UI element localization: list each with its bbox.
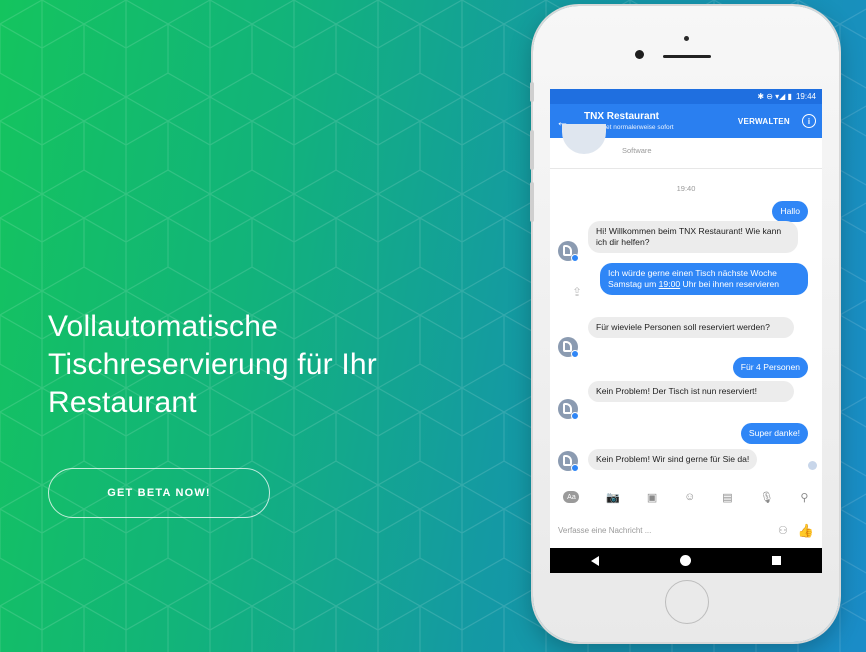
emoji-icon[interactable]: ☺ [684,491,695,503]
message-text: Uhr bei ihnen reservieren [680,279,780,289]
camera-icon[interactable]: 📷 [606,491,620,504]
phone-side-button [530,182,534,222]
message-incoming[interactable]: Für wieviele Personen soll reserviert we… [588,317,794,338]
phone-sensor [684,36,689,41]
info-icon[interactable]: i [802,114,816,128]
phone-side-button [530,82,534,102]
text-format-icon[interactable]: Aa [563,491,580,503]
chat-title: TNX Restaurant [584,110,660,122]
nav-back-icon[interactable] [590,555,599,566]
status-icons: ✱ ⊖ ▾◢ ▮ [757,92,792,101]
bot-avatar [558,399,579,420]
hero-section: Vollautomatische Tischreservierung für I… [0,0,866,652]
compose-bar: ⚇ 👍 [550,517,822,544]
hero-headline: Vollautomatische Tischreservierung für I… [48,308,488,422]
message-outgoing[interactable]: Super danke! [740,423,808,444]
manage-button[interactable]: VERWALTEN [738,117,790,126]
composer-toolbar: Aa 📷 ▣ ☺ ▤ 🎙 ⚲ [550,484,822,510]
message-outgoing[interactable]: Für 4 Personen [732,357,808,378]
phone-camera [635,50,644,59]
microphone-icon[interactable]: 🎙 [760,491,774,504]
chat-timestamp: 19:40 [676,184,696,193]
headline-line: Restaurant [48,386,197,419]
phone-home-button[interactable] [665,580,709,624]
message-incoming[interactable]: Kein Problem! Wir sind gerne für Sie da! [588,449,758,470]
profile-avatar [562,124,606,154]
nav-home-icon[interactable] [679,555,691,566]
phone-speaker [663,55,711,58]
message-time-link[interactable]: 19:00 [659,279,681,289]
message-list: Hallo Hi! Willkommen beim TNX Restaurant… [550,201,822,501]
like-icon[interactable]: 👍 [798,523,814,539]
messenger-screen: ✱ ⊖ ▾◢ ▮ 19:44 ← TNX Restaurant Antworte… [550,89,822,573]
nav-recents-icon[interactable] [772,556,782,565]
bot-avatar [558,337,579,358]
location-icon[interactable]: ⚲ [800,491,808,504]
status-time: 19:44 [795,92,816,101]
phone-side-button [530,130,534,170]
message-outgoing[interactable]: Ich würde gerne einen Tisch nächste Woch… [600,263,808,295]
message-incoming[interactable]: Hi! Willkommen beim TNX Restaurant! Wie … [588,221,798,253]
bot-avatar [558,241,579,262]
message-input[interactable] [558,526,778,535]
headline-line: Tischreservierung für Ihr [48,348,377,381]
android-nav-bar [550,548,822,573]
gif-icon[interactable]: ▤ [722,491,732,504]
chat-subtitle: Antwortet normalerweise sofort [584,123,674,131]
headline-line: Vollautomatische [48,310,279,343]
profile-header: Software [550,124,822,169]
gallery-icon[interactable]: ▣ [647,491,657,504]
bot-avatar [558,451,579,472]
share-icon[interactable]: ⇪ [572,285,582,299]
get-beta-button[interactable]: GET BETA NOW! [48,468,270,518]
sticker-icon[interactable]: ⚇ [778,524,788,537]
status-bar: ✱ ⊖ ▾◢ ▮ 19:44 [550,89,822,104]
message-outgoing[interactable]: Hallo [772,201,808,222]
message-incoming[interactable]: Kein Problem! Der Tisch ist nun reservie… [588,381,794,402]
seen-indicator-icon [808,461,817,470]
phone-mockup: ✱ ⊖ ▾◢ ▮ 19:44 ← TNX Restaurant Antworte… [530,6,839,642]
profile-type: Software [622,146,652,155]
